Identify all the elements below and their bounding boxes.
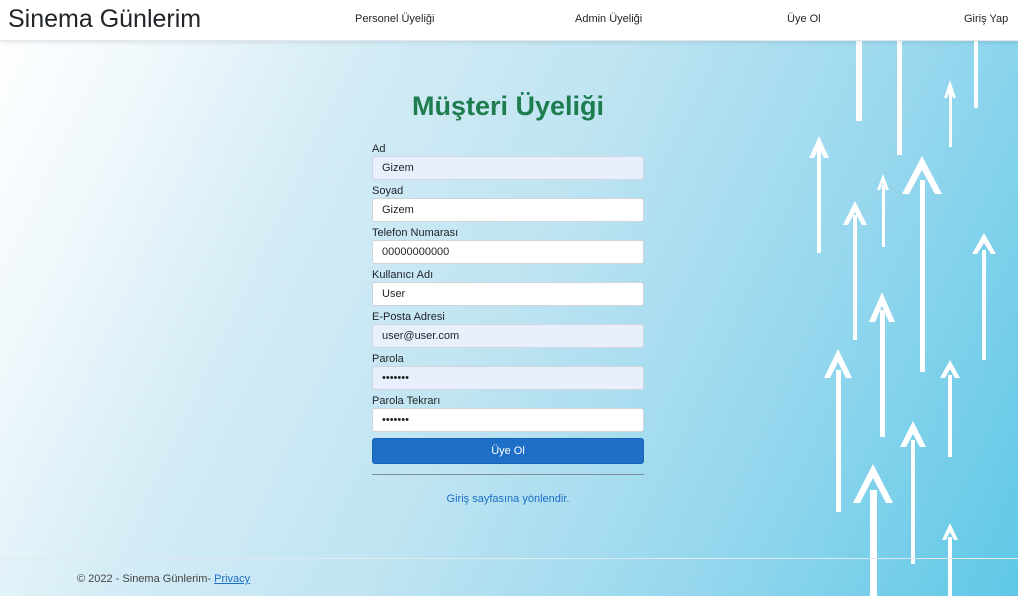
phone-number-label: Telefon Numarası (372, 227, 459, 239)
brand-logo-link[interactable]: Sinema Günlerim (8, 5, 201, 34)
footer-divider (0, 558, 1018, 559)
register-submit-button[interactable]: Üye Ol (372, 438, 644, 464)
customer-registration-form: Ad Soyad Telefon Numarası Kullanıcı Adı … (372, 142, 644, 505)
last-name-input[interactable] (372, 198, 644, 222)
registration-panel: Müşteri Üyeliği Ad Soyad Telefon Numaras… (372, 86, 644, 505)
phone-number-input[interactable] (372, 240, 644, 264)
password-input[interactable] (372, 366, 644, 390)
last-name-label: Soyad (372, 185, 404, 197)
password-confirm-label: Parola Tekrarı (372, 395, 441, 407)
email-input[interactable] (372, 324, 644, 348)
footer-copyright: © 2022 - Sinema Günlerim- (77, 573, 215, 585)
first-name-label: Ad (372, 143, 386, 155)
username-input[interactable] (372, 282, 644, 306)
page-title: Müşteri Üyeliği (411, 91, 605, 121)
first-name-input[interactable] (372, 156, 644, 180)
password-confirm-input[interactable] (372, 408, 644, 432)
footer: © 2022 - Sinema Günlerim- Privacy (77, 573, 250, 585)
nav-admin-membership[interactable]: Admin Üyeliği (575, 13, 642, 25)
top-navbar: Sinema Günlerim Personel Üyeliği Admin Ü… (0, 0, 1018, 41)
login-redirect-link[interactable]: Giriş sayfasına yönlendir. (372, 493, 644, 505)
password-label: Parola (372, 353, 404, 365)
nav-register[interactable]: Üye Ol (787, 13, 821, 25)
privacy-link[interactable]: Privacy (214, 573, 250, 585)
email-label: E-Posta Adresi (372, 311, 445, 323)
username-label: Kullanıcı Adı (372, 269, 434, 281)
nav-personnel-membership[interactable]: Personel Üyeliği (355, 13, 434, 25)
form-divider (372, 474, 644, 475)
nav-login[interactable]: Giriş Yap (964, 13, 1008, 25)
